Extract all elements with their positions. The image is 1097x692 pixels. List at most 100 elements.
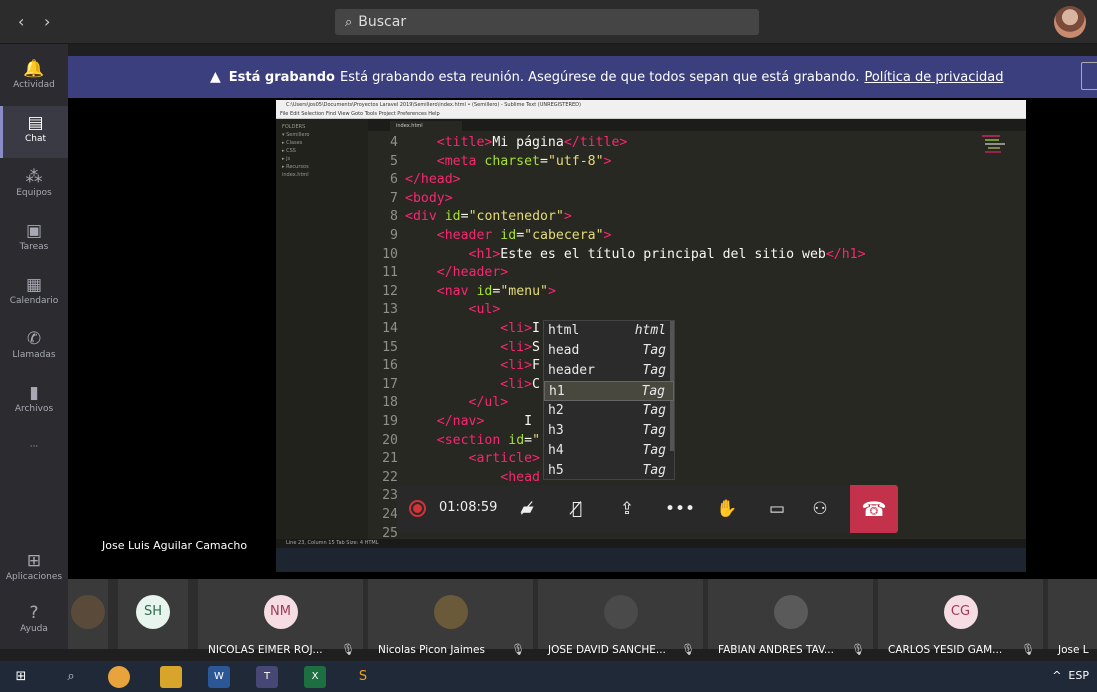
rail-label: Chat	[24, 134, 47, 144]
sublime-icon[interactable]: S	[352, 666, 374, 688]
hang-up-button[interactable]: ☎	[850, 485, 898, 533]
autocomplete-item[interactable]: html html	[544, 321, 674, 341]
calendar-icon: ▦	[25, 275, 43, 295]
autocomplete-item[interactable]: h3 Tag	[544, 421, 674, 441]
teams-icon[interactable]: T	[256, 666, 278, 688]
shared-taskbar	[276, 548, 1026, 572]
search-input[interactable]: ⌕ Buscar	[335, 9, 759, 35]
chrome-icon[interactable]	[108, 666, 130, 688]
banner-action-button[interactable]	[1081, 62, 1097, 90]
share-screen-button[interactable]: ⇪	[615, 497, 639, 521]
participant-initials: NM	[263, 595, 298, 629]
participant-tile[interactable]: FABIAN ANDRES TAV... 🎙	[708, 579, 873, 656]
rail-label: Ayuda	[20, 624, 48, 634]
chevron-up-icon[interactable]: ^	[1052, 669, 1061, 682]
language-indicator[interactable]: ESP	[1068, 669, 1089, 682]
rail-label: Archivos	[14, 404, 54, 414]
participant-tile[interactable]: JOSE DAVID SANCHE... 🎙	[538, 579, 703, 656]
participant-strip: SH NM NICOLAS EIMER ROJ... 🎙 Nicolas Picon J…	[68, 579, 1097, 656]
presenter-name: Jose Luis Aguilar Camacho	[102, 539, 248, 552]
autocomplete-item[interactable]: h4 Tag	[544, 441, 674, 461]
rail-label: Calendario	[9, 296, 59, 306]
line-number: 15	[382, 339, 398, 355]
windows-start-icon[interactable]: ⊞	[10, 666, 32, 688]
back-button[interactable]: ‹	[18, 12, 24, 31]
mic-muted-icon: 🎙	[681, 643, 695, 656]
participant-tile[interactable]	[68, 579, 108, 649]
banner-bold: Está grabando	[228, 69, 335, 85]
meeting-timer: 01:08:59	[439, 500, 498, 515]
profile-avatar[interactable]	[1054, 6, 1086, 38]
rail-item-actividad[interactable]: 🔔 Actividad	[0, 52, 68, 104]
mute-button[interactable]: 🎙̸	[565, 497, 589, 521]
sidebar-folder-item: ▸ Clases	[282, 140, 303, 146]
warning-icon: ▲	[210, 69, 221, 85]
mic-muted-icon: 🎙	[1021, 643, 1035, 656]
search-placeholder: Buscar	[358, 14, 407, 30]
autocomplete-name: h1	[549, 384, 565, 399]
camera-off-button[interactable]: ▰̸	[515, 497, 539, 521]
line-number: 21	[382, 451, 398, 467]
meeting-controls: 01:08:59 ▰̸ 🎙̸ ⇪ ••• ✋ ▭ ⚇ ☎	[397, 485, 898, 533]
participant-name: CARLOS YESID GAM...	[888, 644, 1003, 656]
autocomplete-name: h4	[548, 443, 564, 458]
participant-tile[interactable]: NM NICOLAS EIMER ROJ... 🎙	[198, 579, 363, 656]
rail-item-chat[interactable]: ▤ Chat	[0, 106, 68, 158]
help-icon: ?	[29, 603, 39, 623]
rail-label: Aplicaciones	[5, 572, 63, 582]
chat-button[interactable]: ▭	[765, 497, 789, 521]
file-explorer-icon[interactable]	[160, 666, 182, 688]
autocomplete-name: html	[548, 323, 580, 338]
rail-item-calendario[interactable]: ▦ Calendario	[0, 268, 68, 320]
taskbar-tray: ^ ESP	[1052, 669, 1089, 682]
rail-item-equipos[interactable]: ⁂ Equipos	[0, 160, 68, 212]
participant-name: Nicolas Picon Jaimes	[378, 644, 485, 656]
autocomplete-kind: Tag	[642, 463, 666, 478]
autocomplete-item[interactable]: head Tag	[544, 341, 674, 361]
participant-tile[interactable]: SH	[118, 579, 188, 649]
line-number: 13	[382, 302, 398, 318]
word-icon[interactable]: W	[208, 666, 230, 688]
rail-item-archivos[interactable]: ▮ Archivos	[0, 376, 68, 428]
autocomplete-item[interactable]: header Tag	[544, 361, 674, 381]
code-line: </head>	[405, 172, 461, 188]
participant-initials	[1055, 595, 1090, 629]
participant-tile[interactable]: Nicolas Picon Jaimes 🎙	[368, 579, 533, 656]
rail-item-[interactable]: ···	[0, 436, 68, 488]
rail-item-tareas[interactable]: ▣ Tareas	[0, 214, 68, 266]
minimap	[982, 135, 1005, 153]
code-line: <body>	[405, 190, 453, 206]
excel-icon[interactable]: X	[304, 666, 326, 688]
line-number: 18	[382, 395, 398, 411]
autocomplete-item[interactable]: h2 Tag	[544, 401, 674, 421]
participant-initials: CG	[943, 595, 978, 629]
search-icon[interactable]: ⌕	[60, 666, 82, 688]
participant-tile[interactable]: CG CARLOS YESID GAM... 🎙	[878, 579, 1043, 656]
rail-label: Tareas	[19, 242, 49, 252]
apps-icon: ⊞	[26, 551, 42, 571]
participant-tile[interactable]: Jose L	[1048, 579, 1097, 656]
autocomplete-item[interactable]: h1 Tag	[544, 381, 674, 401]
participant-name: JOSE DAVID SANCHE...	[548, 644, 666, 656]
rail-item-llamadas[interactable]: ✆ Llamadas	[0, 322, 68, 374]
rail-item-ayuda[interactable]: ? Ayuda	[0, 596, 68, 648]
participant-photo	[433, 595, 468, 629]
code-line: <nav id="menu">	[436, 283, 556, 299]
code-line: </header>	[436, 265, 509, 281]
autocomplete-name: head	[548, 343, 580, 358]
sidebar-folder-item: ▸ Recursos	[282, 164, 309, 170]
code-line: <li>S	[500, 339, 540, 355]
privacy-link[interactable]: Política de privacidad	[864, 70, 1003, 85]
raise-hand-button[interactable]: ✋	[715, 497, 739, 521]
phone-icon: ✆	[26, 329, 42, 349]
autocomplete-name: h2	[548, 403, 564, 418]
participants-button[interactable]: ⚇	[808, 497, 832, 521]
rail-item-aplicaciones[interactable]: ⊞ Aplicaciones	[0, 544, 68, 596]
code-line: <meta charset="utf-8">	[436, 153, 612, 169]
more-options-button[interactable]: •••	[665, 497, 695, 521]
rail-label: Actividad	[13, 80, 55, 90]
code-line: </ul>	[468, 395, 509, 411]
autocomplete-item[interactable]: h5 Tag	[544, 461, 674, 481]
forward-button[interactable]: ›	[44, 12, 50, 31]
mic-muted-icon: 🎙	[851, 643, 865, 656]
